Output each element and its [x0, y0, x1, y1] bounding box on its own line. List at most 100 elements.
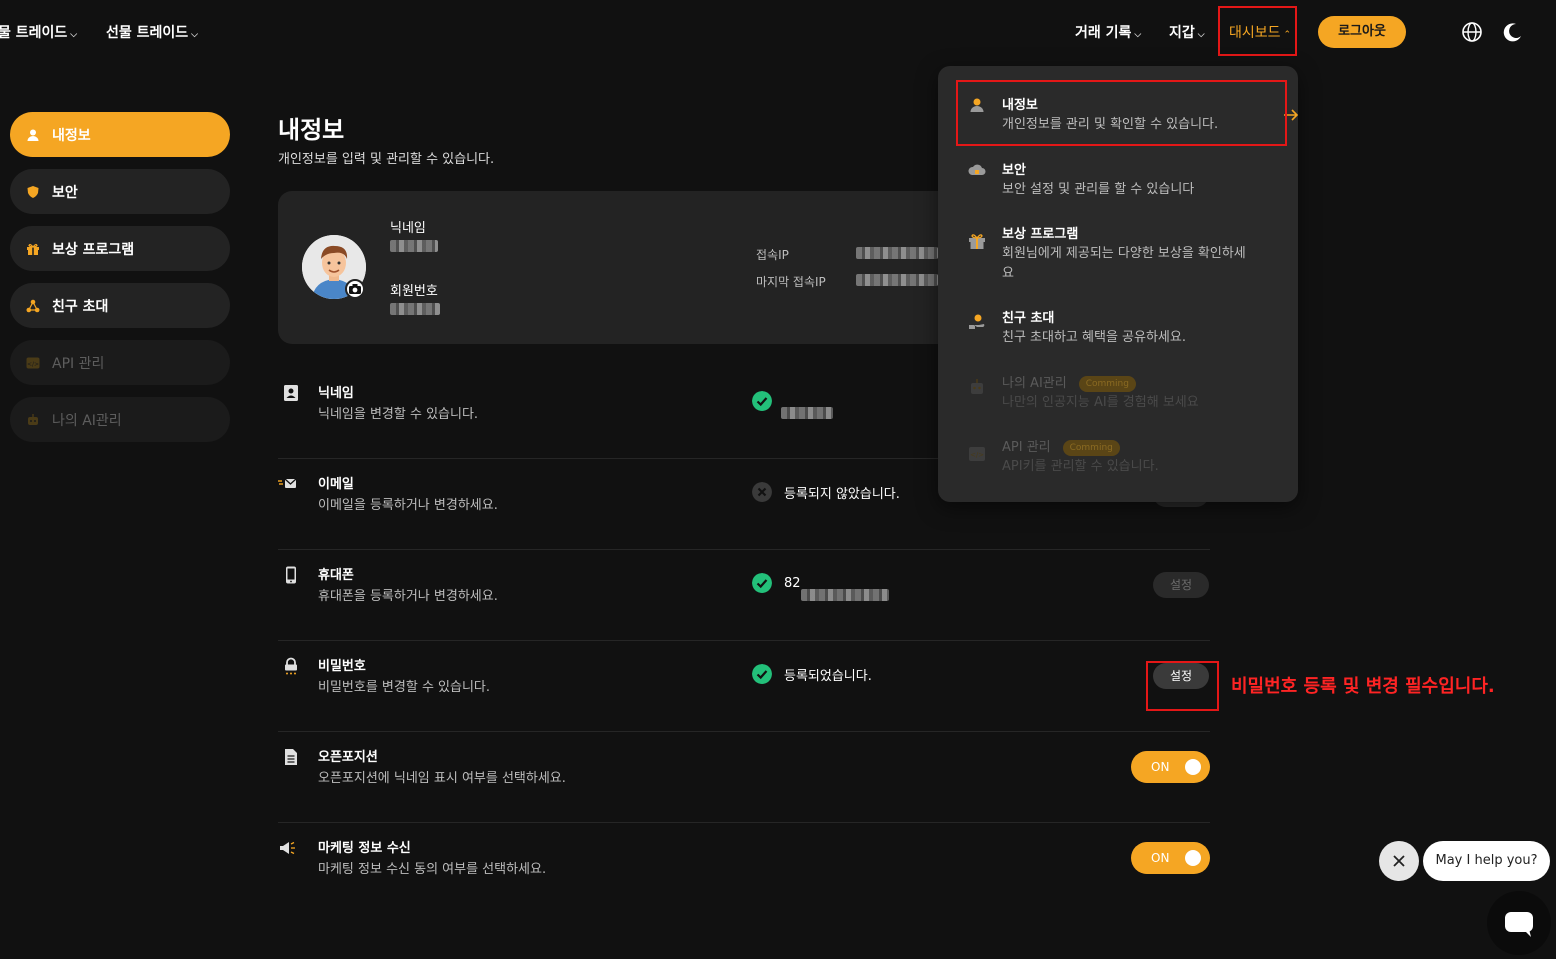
globe-icon[interactable] [1461, 21, 1483, 43]
moon-icon[interactable] [1502, 21, 1524, 43]
dropdown-item-desc: 나만의 인공지능 AI를 경험해 보세요 [1002, 395, 1199, 410]
page-subtitle: 개인정보를 입력 및 관리할 수 있습니다. [278, 152, 495, 167]
status-text: 등록되지 않았습니다. [784, 486, 900, 502]
camera-icon[interactable] [345, 279, 365, 299]
document-icon [285, 749, 297, 765]
user-icon [27, 129, 39, 141]
nav-futures-trade[interactable]: 선물 트레이드 ⌵ [106, 22, 198, 42]
row-desc: 오픈포지션에 닉네임 표시 여부를 선택하세요. [318, 771, 566, 786]
setting-row-open-position: 오픈포지션 오픈포지션에 닉네임 표시 여부를 선택하세요. ON [278, 732, 1210, 823]
status-indicator: 등록되지 않았습니다. [752, 482, 900, 502]
dropdown-item-desc: API키를 관리할 수 있습니다. [1002, 459, 1159, 474]
chat-launcher-button[interactable] [1487, 891, 1551, 955]
row-title: 휴대폰 [318, 568, 354, 583]
status-indicator: 등록되었습니다. [752, 664, 872, 684]
setting-row-password: 비밀번호 비밀번호를 변경할 수 있습니다. 등록되었습니다. 설정 [278, 641, 1210, 732]
chat-icon [1505, 912, 1533, 937]
ip-label: 접속IP [756, 248, 789, 262]
dropdown-item-desc: 회원님에게 제공되는 다양한 보상을 확인하세요 [1002, 246, 1246, 281]
last-ip-value-redacted [856, 274, 938, 286]
chevron-down-icon: ⌵ [191, 30, 198, 40]
top-navbar: 물 트레이드 ⌵ 선물 트레이드 ⌵ 거래 기록 ⌵ 지갑 ⌵ 대시보드 ⌃ 로그아웃 [0, 0, 1556, 64]
sidebar-item-ai[interactable]: 나의 AI관리 [10, 397, 230, 442]
dropdown-item-desc: 친구 초대하고 혜택을 공유하세요. [1002, 330, 1186, 345]
robot-icon [28, 413, 38, 425]
status-text: 등록되었습니다. [784, 668, 872, 684]
nav-spot-trade[interactable]: 물 트레이드 ⌵ [0, 22, 77, 42]
member-no-value-redacted [390, 303, 440, 315]
highlight-box-password-button [1146, 661, 1219, 711]
phone-number-redacted [801, 589, 889, 601]
nickname-status-redacted [781, 407, 833, 419]
toggle-label: ON [1151, 851, 1170, 865]
status-indicator [752, 391, 784, 411]
row-desc: 휴대폰을 등록하거나 변경하세요. [318, 589, 498, 604]
row-title: 비밀번호 [318, 659, 366, 674]
ip-value-redacted [856, 247, 938, 259]
sidebar-item-rewards[interactable]: 보상 프로그램 [10, 226, 230, 271]
dropdown-item-title: 보안 [1002, 163, 1026, 178]
nav-trade-history-label: 거래 기록 [1075, 25, 1132, 41]
dropdown-item-title: 나의 AI관리 Comming [1002, 372, 1136, 392]
row-desc: 이메일을 등록하거나 변경하세요. [318, 498, 498, 513]
logout-button[interactable]: 로그아웃 [1318, 16, 1406, 48]
gift-icon [27, 243, 39, 255]
dropdown-item-desc: 보안 설정 및 관리를 할 수 있습니다 [1002, 182, 1195, 197]
setting-row-phone: 휴대폰 휴대폰을 등록하거나 변경하세요. 82 설정 [278, 550, 1210, 641]
open-position-toggle[interactable]: ON [1131, 751, 1210, 783]
check-circle-icon [752, 573, 772, 593]
dropdown-item-title-text: 나의 AI관리 [1002, 376, 1067, 391]
sidebar-item-my-info[interactable]: 내정보 [10, 112, 230, 157]
row-title: 이메일 [318, 477, 354, 492]
code-icon: </> [969, 447, 985, 461]
marketing-toggle[interactable]: ON [1131, 842, 1210, 874]
chat-bubble[interactable]: May I help you? [1423, 841, 1550, 881]
highlight-box-dashboard [1218, 6, 1297, 56]
sidebar-item-label: 내정보 [52, 127, 91, 144]
gift-icon [969, 234, 985, 249]
phone-set-button[interactable]: 설정 [1153, 572, 1209, 598]
nav-wallet-label: 지갑 [1169, 25, 1195, 41]
share-icon [26, 299, 40, 312]
close-icon [1393, 855, 1405, 867]
sidebar-item-label: API 관리 [52, 355, 105, 372]
sidebar-item-security[interactable]: 보안 [10, 169, 230, 214]
toggle-knob [1185, 759, 1201, 775]
dropdown-item-title-text: API 관리 [1002, 440, 1051, 455]
id-card-icon [284, 385, 298, 401]
x-circle-icon [752, 482, 772, 502]
nav-futures-trade-label: 선물 트레이드 [106, 25, 189, 41]
chat-close-button[interactable] [1379, 841, 1419, 881]
nickname-value-redacted [390, 240, 438, 252]
hand-coin-icon [969, 314, 985, 329]
status-text: 82 [784, 575, 801, 591]
check-circle-icon [752, 664, 772, 684]
mail-icon [278, 478, 296, 488]
status-indicator: 82 [752, 573, 801, 593]
row-title: 마케팅 정보 수신 [318, 841, 411, 856]
row-title: 오픈포지션 [318, 750, 378, 765]
robot-icon [971, 379, 983, 394]
dropdown-item-title: 보상 프로그램 [1002, 227, 1079, 242]
megaphone-icon [280, 841, 295, 855]
phone-icon [286, 566, 296, 584]
row-desc: 마케팅 정보 수신 동의 여부를 선택하세요. [318, 862, 547, 877]
nickname-label: 닉네임 [390, 221, 426, 236]
check-circle-icon [752, 391, 772, 411]
cloud-lock-icon [968, 164, 986, 175]
toggle-knob [1185, 850, 1201, 866]
chevron-down-icon: ⌵ [70, 30, 78, 40]
nav-spot-trade-label: 물 트레이드 [0, 25, 68, 41]
setting-row-marketing: 마케팅 정보 수신 마케팅 정보 수신 동의 여부를 선택하세요. ON [278, 823, 1210, 914]
sidebar-item-api[interactable]: </> API 관리 [10, 340, 230, 385]
sidebar-item-label: 보안 [52, 184, 78, 201]
lock-icon [285, 657, 297, 675]
row-title: 닉네임 [318, 386, 354, 401]
last-ip-label: 마지막 접속IP [756, 275, 826, 289]
sidebar-item-invite[interactable]: 친구 초대 [10, 283, 230, 328]
annotation-text: 비밀번호 등록 및 변경 필수입니다. [1231, 676, 1495, 697]
row-desc: 닉네임을 변경할 수 있습니다. [318, 407, 479, 422]
nav-trade-history[interactable]: 거래 기록 ⌵ [1075, 22, 1141, 42]
svg-text:</>: </> [27, 361, 39, 368]
nav-wallet[interactable]: 지갑 ⌵ [1169, 22, 1205, 42]
